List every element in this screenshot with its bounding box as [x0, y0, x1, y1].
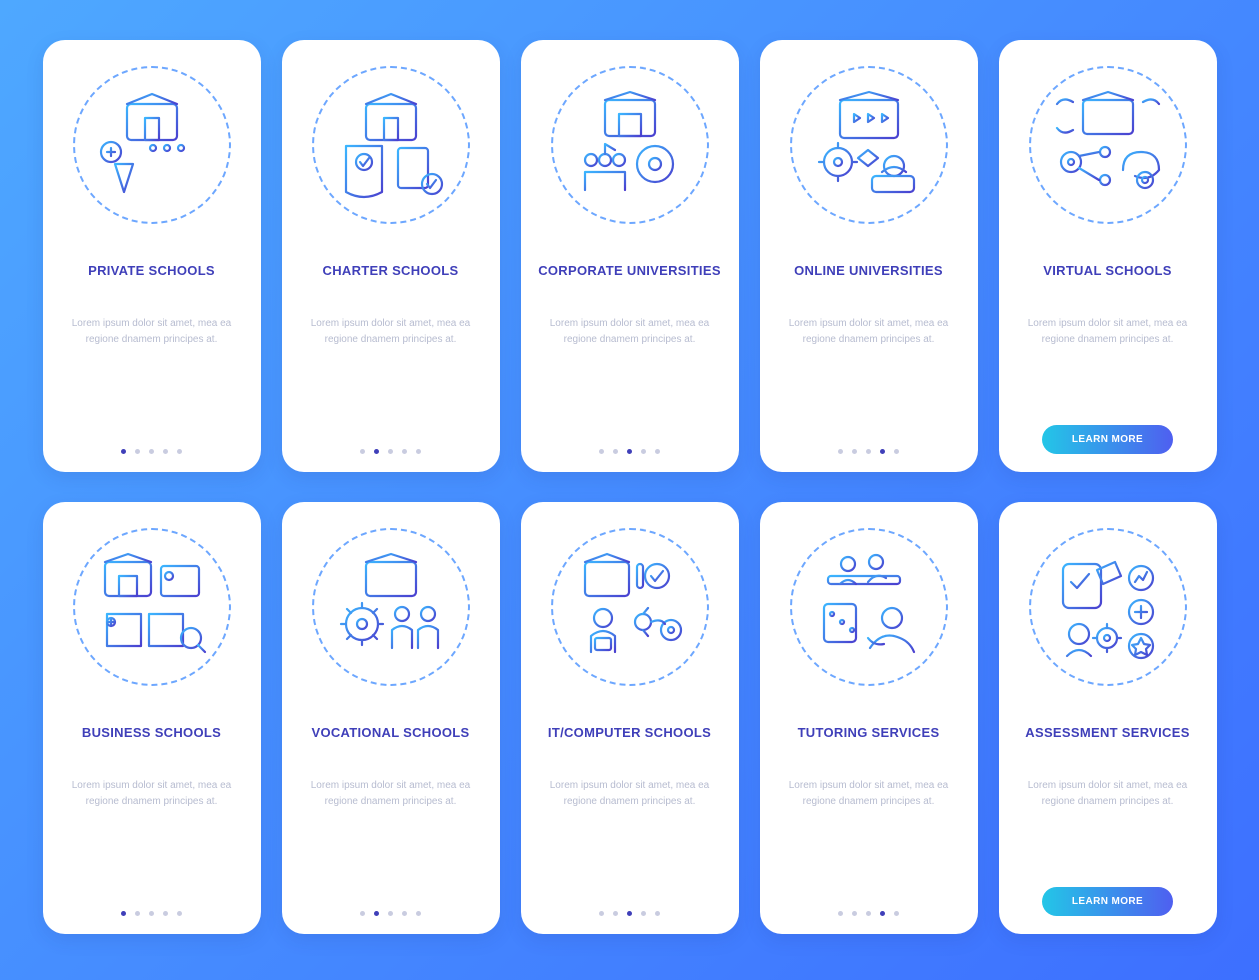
tutoring-icon	[790, 528, 948, 686]
page-dot[interactable]	[641, 449, 646, 454]
page-dot[interactable]	[613, 911, 618, 916]
page-dot[interactable]	[135, 911, 140, 916]
card-title: VIRTUAL SCHOOLS	[1043, 254, 1172, 288]
onboarding-card: VIRTUAL SCHOOLS Lorem ipsum dolor sit ame…	[999, 40, 1217, 472]
onboarding-card: CORPORATE UNIVERSITIES Lorem ipsum dolor …	[521, 40, 739, 472]
page-indicator[interactable]	[121, 899, 182, 916]
card-description: Lorem ipsum dolor sit amet, mea ea regio…	[59, 316, 245, 366]
card-description: Lorem ipsum dolor sit amet, mea ea regio…	[776, 778, 962, 828]
page-dot[interactable]	[416, 911, 421, 916]
page-dot[interactable]	[135, 449, 140, 454]
card-description: Lorem ipsum dolor sit amet, mea ea regio…	[537, 778, 723, 828]
page-dot[interactable]	[655, 911, 660, 916]
page-dot[interactable]	[360, 911, 365, 916]
page-dot[interactable]	[177, 449, 182, 454]
page-dot[interactable]	[880, 911, 885, 916]
it-icon	[551, 528, 709, 686]
card-description: Lorem ipsum dolor sit amet, mea ea regio…	[1015, 778, 1201, 828]
card-title: PRIVATE SCHOOLS	[88, 254, 215, 288]
corporate-icon	[551, 66, 709, 224]
page-indicator[interactable]	[360, 899, 421, 916]
card-title: IT/COMPUTER SCHOOLS	[548, 716, 711, 750]
onboarding-card: ONLINE UNIVERSITIES Lorem ipsum dolor sit…	[760, 40, 978, 472]
card-title: CORPORATE UNIVERSITIES	[538, 254, 721, 288]
page-dot[interactable]	[627, 911, 632, 916]
learn-more-button[interactable]: LEARN MORE	[1042, 887, 1173, 916]
card-description: Lorem ipsum dolor sit amet, mea ea regio…	[537, 316, 723, 366]
page-dot[interactable]	[163, 911, 168, 916]
page-dot[interactable]	[852, 449, 857, 454]
card-title: BUSINESS SCHOOLS	[82, 716, 221, 750]
page-dot[interactable]	[599, 911, 604, 916]
page-dot[interactable]	[121, 911, 126, 916]
page-dot[interactable]	[894, 449, 899, 454]
card-title: VOCATIONAL SCHOOLS	[311, 716, 469, 750]
page-indicator[interactable]	[838, 899, 899, 916]
page-indicator[interactable]	[838, 437, 899, 454]
page-dot[interactable]	[655, 449, 660, 454]
page-dot[interactable]	[880, 449, 885, 454]
assessment-icon	[1029, 528, 1187, 686]
card-row-2: BUSINESS SCHOOLS Lorem ipsum dolor sit am…	[36, 502, 1223, 934]
card-title: CHARTER SCHOOLS	[323, 254, 459, 288]
page-dot[interactable]	[416, 449, 421, 454]
learn-more-button[interactable]: LEARN MORE	[1042, 425, 1173, 454]
page-dot[interactable]	[613, 449, 618, 454]
page-dot[interactable]	[149, 449, 154, 454]
page-dot[interactable]	[599, 449, 604, 454]
card-description: Lorem ipsum dolor sit amet, mea ea regio…	[298, 778, 484, 828]
page-dot[interactable]	[852, 911, 857, 916]
page-dot[interactable]	[163, 449, 168, 454]
business-icon	[73, 528, 231, 686]
card-description: Lorem ipsum dolor sit amet, mea ea regio…	[1015, 316, 1201, 366]
private-icon	[73, 66, 231, 224]
onboarding-card: ASSESSMENT SERVICES Lorem ipsum dolor sit…	[999, 502, 1217, 934]
online-icon	[790, 66, 948, 224]
page-dot[interactable]	[374, 449, 379, 454]
page-dot[interactable]	[838, 911, 843, 916]
page-indicator[interactable]	[599, 437, 660, 454]
page-indicator[interactable]	[599, 899, 660, 916]
card-title: ASSESSMENT SERVICES	[1025, 716, 1189, 750]
page-dot[interactable]	[866, 911, 871, 916]
onboarding-card: IT/COMPUTER SCHOOLS Lorem ipsum dolor sit…	[521, 502, 739, 934]
page-dot[interactable]	[360, 449, 365, 454]
onboarding-card: PRIVATE SCHOOLS Lorem ipsum dolor sit ame…	[43, 40, 261, 472]
page-indicator[interactable]	[360, 437, 421, 454]
page-dot[interactable]	[177, 911, 182, 916]
card-description: Lorem ipsum dolor sit amet, mea ea regio…	[776, 316, 962, 366]
page-dot[interactable]	[402, 449, 407, 454]
page-dot[interactable]	[402, 911, 407, 916]
page-dot[interactable]	[374, 911, 379, 916]
page-dot[interactable]	[149, 911, 154, 916]
vocational-icon	[312, 528, 470, 686]
charter-icon	[312, 66, 470, 224]
page-dot[interactable]	[641, 911, 646, 916]
virtual-icon	[1029, 66, 1187, 224]
card-description: Lorem ipsum dolor sit amet, mea ea regio…	[298, 316, 484, 366]
page-dot[interactable]	[388, 911, 393, 916]
onboarding-card: TUTORING SERVICES Lorem ipsum dolor sit a…	[760, 502, 978, 934]
card-row-1: PRIVATE SCHOOLS Lorem ipsum dolor sit ame…	[36, 40, 1223, 472]
page-dot[interactable]	[121, 449, 126, 454]
card-title: ONLINE UNIVERSITIES	[794, 254, 943, 288]
page-dot[interactable]	[866, 449, 871, 454]
card-description: Lorem ipsum dolor sit amet, mea ea regio…	[59, 778, 245, 828]
card-title: TUTORING SERVICES	[798, 716, 940, 750]
page-dot[interactable]	[838, 449, 843, 454]
page-dot[interactable]	[894, 911, 899, 916]
onboarding-card: VOCATIONAL SCHOOLS Lorem ipsum dolor sit …	[282, 502, 500, 934]
page-dot[interactable]	[388, 449, 393, 454]
onboarding-card: BUSINESS SCHOOLS Lorem ipsum dolor sit am…	[43, 502, 261, 934]
onboarding-card: CHARTER SCHOOLS Lorem ipsum dolor sit ame…	[282, 40, 500, 472]
page-indicator[interactable]	[121, 437, 182, 454]
page-dot[interactable]	[627, 449, 632, 454]
